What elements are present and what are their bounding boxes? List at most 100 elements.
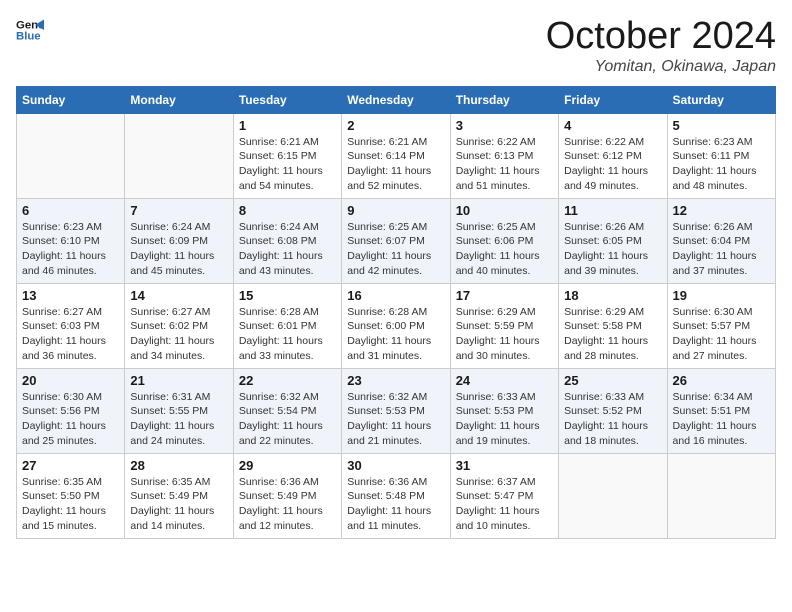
day-info: Sunrise: 6:35 AM Sunset: 5:49 PM Dayligh… [130, 475, 227, 534]
calendar-cell: 18Sunrise: 6:29 AM Sunset: 5:58 PM Dayli… [559, 283, 667, 368]
day-info: Sunrise: 6:34 AM Sunset: 5:51 PM Dayligh… [673, 390, 770, 449]
day-info: Sunrise: 6:28 AM Sunset: 6:01 PM Dayligh… [239, 305, 336, 364]
day-number: 11 [564, 203, 661, 218]
day-info: Sunrise: 6:32 AM Sunset: 5:54 PM Dayligh… [239, 390, 336, 449]
day-info: Sunrise: 6:22 AM Sunset: 6:13 PM Dayligh… [456, 135, 553, 194]
calendar-week-row: 20 Sunrise: 6:30 AM Sunset: 5:56 PM Dayli… [17, 368, 776, 453]
location-title: Yomitan, Okinawa, Japan [546, 58, 776, 76]
calendar-cell: 3 Sunrise: 6:22 AM Sunset: 6:13 PM Daylig… [450, 113, 558, 198]
calendar-cell: 23 Sunrise: 6:32 AM Sunset: 5:53 PM Dayli… [342, 368, 450, 453]
calendar-cell: 6 Sunrise: 6:23 AM Sunset: 6:10 PM Daylig… [17, 198, 125, 283]
day-info: Sunrise: 6:26 AM Sunset: 6:04 PM Dayligh… [673, 220, 770, 279]
day-number: 2 [347, 118, 444, 133]
calendar-cell: 29 Sunrise: 6:36 AM Sunset: 5:49 PM Dayli… [233, 453, 341, 538]
day-info: Sunrise: 6:35 AM Sunset: 5:50 PM Dayligh… [22, 475, 119, 534]
calendar-cell: 17 Sunrise: 6:29 AM Sunset: 5:59 PM Dayli… [450, 283, 558, 368]
day-number: 28 [130, 458, 227, 473]
day-number: 4 [564, 118, 661, 133]
calendar-cell: 4 Sunrise: 6:22 AM Sunset: 6:12 PM Daylig… [559, 113, 667, 198]
day-number: 25 [564, 373, 661, 388]
weekday-header-sunday: Sunday [17, 86, 125, 113]
day-number: 22 [239, 373, 336, 388]
day-number: 16 [347, 288, 444, 303]
day-number: 7 [130, 203, 227, 218]
calendar-cell: 31Sunrise: 6:37 AM Sunset: 5:47 PM Dayli… [450, 453, 558, 538]
calendar-week-row: 1Sunrise: 6:21 AM Sunset: 6:15 PM Daylig… [17, 113, 776, 198]
calendar-cell: 28 Sunrise: 6:35 AM Sunset: 5:49 PM Dayli… [125, 453, 233, 538]
day-number: 29 [239, 458, 336, 473]
day-number: 24 [456, 373, 553, 388]
calendar-cell: 2 Sunrise: 6:21 AM Sunset: 6:14 PM Daylig… [342, 113, 450, 198]
day-info: Sunrise: 6:26 AM Sunset: 6:05 PM Dayligh… [564, 220, 661, 279]
calendar-cell: 24Sunrise: 6:33 AM Sunset: 5:53 PM Dayli… [450, 368, 558, 453]
day-info: Sunrise: 6:22 AM Sunset: 6:12 PM Dayligh… [564, 135, 661, 194]
day-number: 12 [673, 203, 770, 218]
day-number: 8 [239, 203, 336, 218]
calendar-cell: 21 Sunrise: 6:31 AM Sunset: 5:55 PM Dayli… [125, 368, 233, 453]
calendar-cell: 9 Sunrise: 6:25 AM Sunset: 6:07 PM Daylig… [342, 198, 450, 283]
weekday-header-thursday: Thursday [450, 86, 558, 113]
calendar-cell: 25 Sunrise: 6:33 AM Sunset: 5:52 PM Dayli… [559, 368, 667, 453]
day-info: Sunrise: 6:31 AM Sunset: 5:55 PM Dayligh… [130, 390, 227, 449]
day-number: 30 [347, 458, 444, 473]
day-number: 5 [673, 118, 770, 133]
day-info: Sunrise: 6:25 AM Sunset: 6:07 PM Dayligh… [347, 220, 444, 279]
weekday-header-wednesday: Wednesday [342, 86, 450, 113]
day-info: Sunrise: 6:23 AM Sunset: 6:11 PM Dayligh… [673, 135, 770, 194]
month-title: October 2024 [546, 16, 776, 58]
calendar-cell [125, 113, 233, 198]
logo: General Blue [16, 16, 44, 44]
weekday-header-row: SundayMondayTuesdayWednesdayThursdayFrid… [17, 86, 776, 113]
day-info: Sunrise: 6:27 AM Sunset: 6:03 PM Dayligh… [22, 305, 119, 364]
weekday-header-saturday: Saturday [667, 86, 775, 113]
day-info: Sunrise: 6:27 AM Sunset: 6:02 PM Dayligh… [130, 305, 227, 364]
calendar-cell: 14Sunrise: 6:27 AM Sunset: 6:02 PM Dayli… [125, 283, 233, 368]
day-info: Sunrise: 6:23 AM Sunset: 6:10 PM Dayligh… [22, 220, 119, 279]
day-number: 10 [456, 203, 553, 218]
day-info: Sunrise: 6:30 AM Sunset: 5:56 PM Dayligh… [22, 390, 119, 449]
title-block: October 2024 Yomitan, Okinawa, Japan [546, 16, 776, 76]
calendar-cell [667, 453, 775, 538]
day-info: Sunrise: 6:36 AM Sunset: 5:49 PM Dayligh… [239, 475, 336, 534]
day-info: Sunrise: 6:29 AM Sunset: 5:59 PM Dayligh… [456, 305, 553, 364]
day-info: Sunrise: 6:21 AM Sunset: 6:14 PM Dayligh… [347, 135, 444, 194]
calendar-cell [17, 113, 125, 198]
day-info: Sunrise: 6:24 AM Sunset: 6:08 PM Dayligh… [239, 220, 336, 279]
calendar-cell: 15 Sunrise: 6:28 AM Sunset: 6:01 PM Dayli… [233, 283, 341, 368]
day-number: 3 [456, 118, 553, 133]
day-number: 27 [22, 458, 119, 473]
day-number: 1 [239, 118, 336, 133]
day-number: 23 [347, 373, 444, 388]
logo-icon: General Blue [16, 16, 44, 44]
weekday-header-friday: Friday [559, 86, 667, 113]
calendar-cell: 1Sunrise: 6:21 AM Sunset: 6:15 PM Daylig… [233, 113, 341, 198]
day-info: Sunrise: 6:32 AM Sunset: 5:53 PM Dayligh… [347, 390, 444, 449]
day-number: 20 [22, 373, 119, 388]
day-info: Sunrise: 6:28 AM Sunset: 6:00 PM Dayligh… [347, 305, 444, 364]
calendar-cell [559, 453, 667, 538]
calendar-cell: 30Sunrise: 6:36 AM Sunset: 5:48 PM Dayli… [342, 453, 450, 538]
day-number: 9 [347, 203, 444, 218]
svg-text:Blue: Blue [16, 31, 41, 43]
day-number: 6 [22, 203, 119, 218]
day-number: 13 [22, 288, 119, 303]
calendar-cell: 12 Sunrise: 6:26 AM Sunset: 6:04 PM Dayli… [667, 198, 775, 283]
calendar-cell: 20 Sunrise: 6:30 AM Sunset: 5:56 PM Dayli… [17, 368, 125, 453]
day-number: 21 [130, 373, 227, 388]
calendar-cell: 10Sunrise: 6:25 AM Sunset: 6:06 PM Dayli… [450, 198, 558, 283]
calendar-cell: 26 Sunrise: 6:34 AM Sunset: 5:51 PM Dayli… [667, 368, 775, 453]
day-info: Sunrise: 6:30 AM Sunset: 5:57 PM Dayligh… [673, 305, 770, 364]
day-number: 15 [239, 288, 336, 303]
day-number: 19 [673, 288, 770, 303]
day-info: Sunrise: 6:33 AM Sunset: 5:52 PM Dayligh… [564, 390, 661, 449]
calendar-cell: 19 Sunrise: 6:30 AM Sunset: 5:57 PM Dayli… [667, 283, 775, 368]
day-number: 26 [673, 373, 770, 388]
calendar-cell: 5 Sunrise: 6:23 AM Sunset: 6:11 PM Daylig… [667, 113, 775, 198]
weekday-header-monday: Monday [125, 86, 233, 113]
day-number: 17 [456, 288, 553, 303]
calendar-cell: 7 Sunrise: 6:24 AM Sunset: 6:09 PM Daylig… [125, 198, 233, 283]
day-info: Sunrise: 6:24 AM Sunset: 6:09 PM Dayligh… [130, 220, 227, 279]
calendar-cell: 27 Sunrise: 6:35 AM Sunset: 5:50 PM Dayli… [17, 453, 125, 538]
calendar-table: SundayMondayTuesdayWednesdayThursdayFrid… [16, 86, 776, 539]
calendar-week-row: 6 Sunrise: 6:23 AM Sunset: 6:10 PM Daylig… [17, 198, 776, 283]
